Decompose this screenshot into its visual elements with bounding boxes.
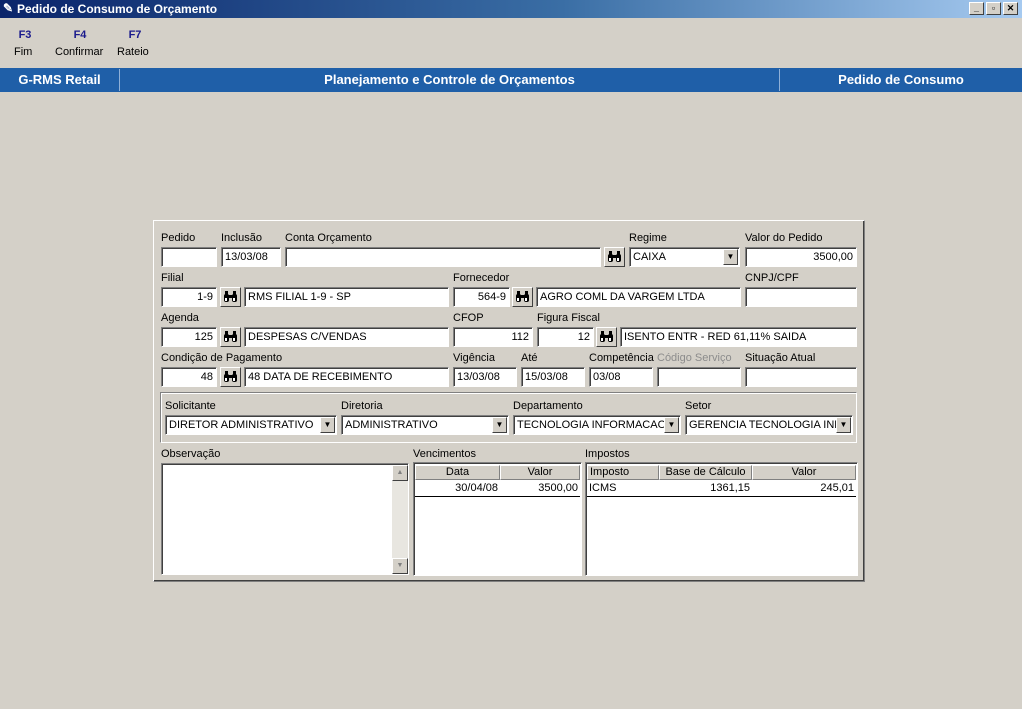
solicitante-select[interactable]: DIRETOR ADMINISTRATIVO [165,415,337,435]
codigo-servico-field[interactable] [657,367,741,387]
setor-select[interactable]: GERENCIA TECNOLOGIA INF [685,415,853,435]
fornecedor-code-field[interactable]: 564-9 [453,287,510,307]
departamento-select[interactable]: TECNOLOGIA INFORMACAO [513,415,681,435]
f3-fim-button[interactable]: F3 Fim [14,29,36,58]
row-divider [587,496,856,497]
inclusao-field[interactable]: 13/03/08 [221,247,281,267]
conta-orcamento-label: Conta Orçamento [285,232,372,244]
situacao-atual-label: Situação Atual [745,352,816,364]
cfop-label: CFOP [453,312,484,324]
filial-name-field: RMS FILIAL 1-9 - SP [244,287,449,307]
vigencia-field[interactable]: 13/03/08 [453,367,517,387]
app-name: G-RMS Retail [18,72,101,87]
chevron-down-icon[interactable]: ▼ [836,417,851,433]
binoculars-icon[interactable] [220,327,241,347]
table-cell[interactable]: 30/04/08 [415,480,500,496]
impostos-label: Impostos [585,448,630,460]
scroll-down-icon[interactable]: ▼ [392,558,408,574]
window-title: Pedido de Consumo de Orçamento [17,2,218,16]
column-header-imposto[interactable]: Imposto [587,465,659,480]
table-cell[interactable]: ICMS [587,480,659,496]
restore-button[interactable]: ▫ [986,2,1001,15]
binoculars-icon[interactable] [596,327,617,347]
observacao-scrollbar[interactable]: ▲ ▼ [392,465,408,574]
ate-label: Até [521,352,538,364]
agenda-label: Agenda [161,312,199,324]
pedido-label: Pedido [161,232,196,244]
vencimentos-grid[interactable]: Data Valor 30/04/08 3500,00 [413,462,582,576]
condicao-pagamento-label: Condição de Pagamento [161,352,283,364]
figura-fiscal-name-field: ISENTO ENTR - RED 61,11% SAIDA [620,327,857,347]
binoculars-icon[interactable] [220,367,241,387]
column-header-data[interactable]: Data [415,465,500,480]
conta-orcamento-field[interactable] [285,247,601,267]
header-band: G-RMS Retail Planejamento e Controle de … [0,68,1022,92]
f3-key-label: F3 [18,29,32,41]
codigo-servico-label: Código Serviço [657,352,732,364]
agenda-name-field: DESPESAS C/VENDAS [244,327,449,347]
f3-action-label: Fim [14,46,33,58]
chevron-down-icon[interactable]: ▼ [320,417,335,433]
module-name: Planejamento e Controle de Orçamentos [324,72,575,87]
cnpj-label: CNPJ/CPF [745,272,799,284]
inclusao-label: Inclusão [221,232,262,244]
f4-key-label: F4 [73,29,87,41]
f4-action-label: Confirmar [55,46,104,58]
ate-field[interactable]: 15/03/08 [521,367,585,387]
close-button[interactable]: ✕ [1003,2,1018,15]
cnpj-field[interactable] [745,287,857,307]
column-header-valor[interactable]: Valor [752,465,856,480]
agenda-code-field[interactable]: 125 [161,327,217,347]
condicao-pagamento-name-field: 48 DATA DE RECEBIMENTO [244,367,449,387]
diretoria-label: Diretoria [341,400,383,412]
table-cell[interactable]: 245,01 [752,480,856,496]
competencia-field[interactable]: 03/08 [589,367,653,387]
app-icon: ✎ [3,1,14,15]
condicao-pagamento-code-field[interactable]: 48 [161,367,217,387]
diretoria-select[interactable]: ADMINISTRATIVO [341,415,509,435]
binoculars-icon[interactable] [512,287,533,307]
fornecedor-label: Fornecedor [453,272,510,284]
binoculars-icon[interactable] [220,287,241,307]
valor-pedido-label: Valor do Pedido [745,232,823,244]
window-titlebar: ✎ Pedido de Consumo de Orçamento _ ▫ ✕ [0,0,1022,18]
f4-confirmar-button[interactable]: F4 Confirmar [55,29,105,58]
f7-action-label: Rateio [117,46,149,58]
cfop-field[interactable]: 112 [453,327,533,347]
filial-code-field[interactable]: 1-9 [161,287,217,307]
vencimentos-label: Vencimentos [413,448,476,460]
binoculars-icon[interactable] [604,247,625,267]
column-header-valor[interactable]: Valor [500,465,580,480]
fornecedor-name-field: AGRO COML DA VARGEM LTDA [536,287,741,307]
valor-pedido-field[interactable]: 3500,00 [745,247,857,267]
chevron-down-icon[interactable]: ▼ [664,417,679,433]
filial-label: Filial [161,272,184,284]
figura-fiscal-code-field[interactable]: 12 [537,327,594,347]
column-header-base-calculo[interactable]: Base de Cálculo [659,465,752,480]
f7-key-label: F7 [128,29,142,41]
table-cell[interactable]: 1361,15 [659,480,752,496]
chevron-down-icon[interactable]: ▼ [492,417,507,433]
regime-label: Regime [629,232,667,244]
departamento-label: Departamento [513,400,583,412]
setor-label: Setor [685,400,712,412]
impostos-grid[interactable]: Imposto Base de Cálculo Valor ICMS 1361,… [585,462,858,576]
row-divider [415,496,580,497]
chevron-down-icon[interactable]: ▼ [723,249,738,265]
observacao-textarea[interactable] [161,463,409,575]
f7-rateio-button[interactable]: F7 Rateio [117,29,153,58]
solicitante-label: Solicitante [165,400,216,412]
minimize-button[interactable]: _ [969,2,984,15]
scroll-up-icon[interactable]: ▲ [392,465,408,481]
table-cell[interactable]: 3500,00 [500,480,580,496]
pedido-field[interactable] [161,247,217,267]
screen-name: Pedido de Consumo [838,72,964,87]
observacao-label: Observação [161,448,221,460]
situacao-atual-field [745,367,857,387]
vigencia-label: Vigência [453,352,495,364]
competencia-label: Competência [589,352,654,364]
figura-fiscal-label: Figura Fiscal [537,312,600,324]
